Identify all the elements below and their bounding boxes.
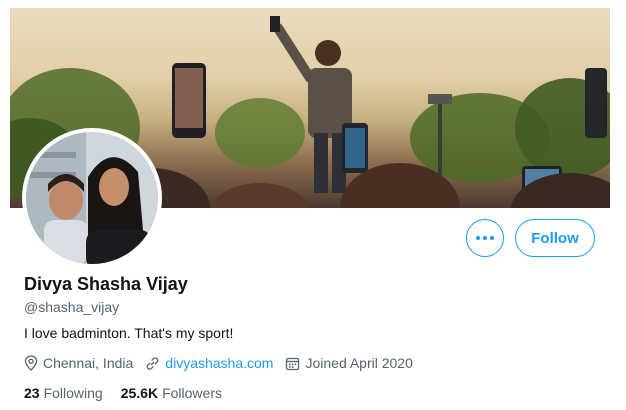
profile-stats: 23 Following 25.6K Followers [24, 385, 240, 401]
followers-label: Followers [162, 385, 222, 401]
more-options-button[interactable] [466, 219, 504, 257]
profile-name: Divya Shasha Vijay [24, 274, 188, 294]
profile-joined: Joined April 2020 [285, 355, 413, 371]
profile-bio: I love badminton. That's my sport! [24, 325, 234, 341]
website-link[interactable]: divyashasha.com [165, 355, 273, 371]
following-label: Following [43, 385, 103, 401]
profile-page: Follow Divya Shasha Vijay @shasha_vijay … [0, 0, 626, 410]
profile-avatar[interactable] [22, 128, 162, 268]
calendar-icon [286, 357, 300, 370]
followers-count: 25.6K [120, 385, 159, 401]
following-link[interactable]: 23 Following [24, 385, 103, 401]
followers-link[interactable]: 25.6K Followers [121, 385, 222, 401]
location-text: Chennai, India [43, 355, 134, 371]
more-horizontal-icon [476, 236, 494, 240]
profile-location: Chennai, India [24, 355, 133, 371]
following-count: 23 [24, 385, 40, 401]
profile-website[interactable]: divyashasha.com [145, 355, 273, 371]
location-pin-icon [24, 355, 38, 371]
follow-button[interactable]: Follow [515, 219, 595, 257]
link-icon [147, 356, 159, 370]
joined-text: Joined April 2020 [305, 355, 413, 371]
avatar-photo [26, 132, 158, 264]
profile-handle: @shasha_vijay [24, 299, 120, 315]
profile-meta: Chennai, India divyashasha.com Joined Ap… [24, 355, 425, 371]
